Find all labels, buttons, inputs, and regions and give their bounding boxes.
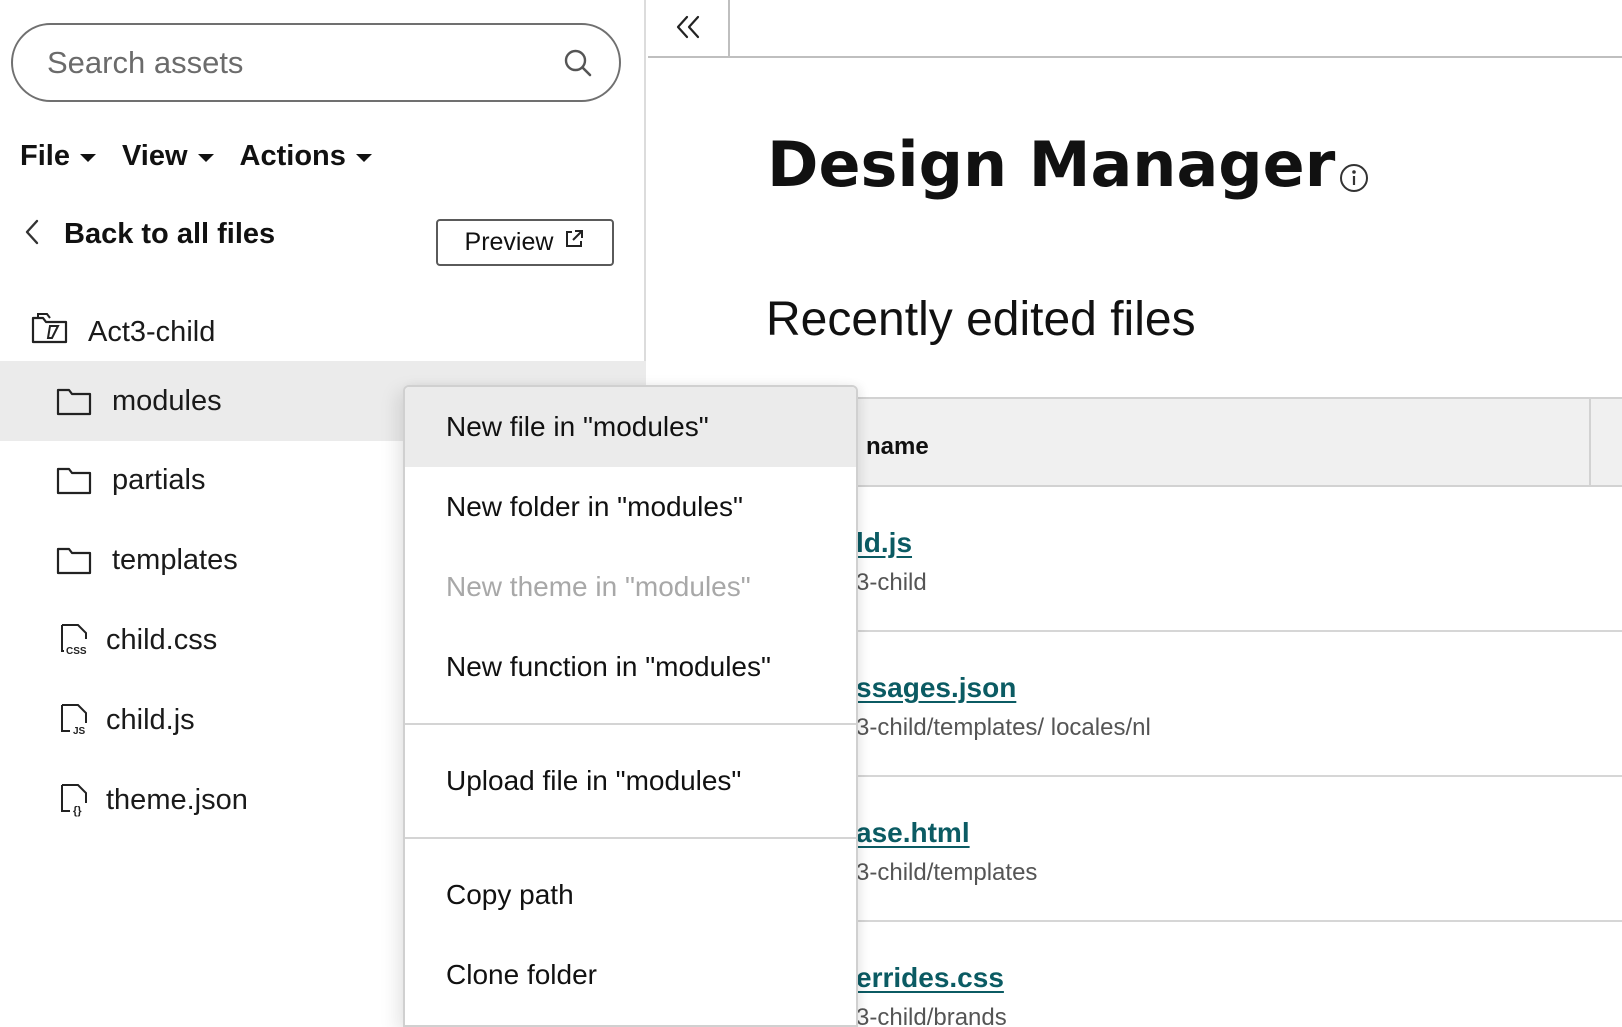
page-title: Design Manager xyxy=(767,128,1369,201)
tree-item-label: templates xyxy=(112,543,238,576)
page-title-text: Design Manager xyxy=(767,128,1336,201)
double-chevron-left-icon xyxy=(673,13,703,46)
file-link[interactable]: ssages.json xyxy=(856,672,1016,704)
menu-item-new-file[interactable]: New file in "modules" xyxy=(405,387,856,467)
actions-menu-button[interactable]: Actions xyxy=(240,140,372,173)
column-header-name[interactable]: name xyxy=(866,433,929,461)
js-file-icon: JS xyxy=(54,700,94,740)
tree-item-label: partials xyxy=(112,463,206,496)
search-icon[interactable] xyxy=(561,46,595,80)
search-input[interactable] xyxy=(47,44,561,81)
info-icon[interactable] xyxy=(1339,163,1369,193)
svg-text:JS: JS xyxy=(73,726,86,737)
menu-item-clone-folder[interactable]: Clone folder xyxy=(405,935,856,1015)
svg-text:CSS: CSS xyxy=(66,646,87,657)
folder-icon xyxy=(54,460,94,500)
theme-root-label: Act3-child xyxy=(88,315,216,348)
file-path: 3-child/templates/ locales/nl xyxy=(856,714,1151,741)
tree-item-label: theme.json xyxy=(106,783,248,816)
view-menu-label: View xyxy=(121,140,188,172)
file-path: 3-child xyxy=(856,569,927,596)
back-to-all-files-link[interactable]: Back to all files xyxy=(22,218,275,251)
caret-down-icon xyxy=(355,153,372,162)
file-path: 3-child/templates xyxy=(856,859,1038,886)
menu-item-new-folder[interactable]: New folder in "modules" xyxy=(405,467,856,547)
top-bar xyxy=(648,0,1622,58)
actions-menu-label: Actions xyxy=(239,140,346,172)
folder-context-menu: New file in "modules" New folder in "mod… xyxy=(403,385,858,1027)
menu-divider xyxy=(405,723,856,725)
file-menu-label: File xyxy=(20,140,70,172)
collapse-sidebar-button[interactable] xyxy=(648,0,730,58)
search-box xyxy=(11,23,621,102)
svg-text:{}: {} xyxy=(73,805,82,817)
view-menu-button[interactable]: View xyxy=(122,140,214,173)
menu-item-new-theme: New theme in "modules" xyxy=(446,571,751,602)
preview-button[interactable]: Preview xyxy=(436,219,614,266)
file-link[interactable]: ase.html xyxy=(856,817,970,849)
file-menu-button[interactable]: File xyxy=(20,140,96,173)
theme-folder-icon xyxy=(30,310,70,354)
chevron-left-icon xyxy=(22,218,42,251)
section-title: Recently edited files xyxy=(766,293,1196,346)
file-link[interactable]: ld.js xyxy=(856,527,912,559)
caret-down-icon xyxy=(79,153,96,162)
menu-item-new-function[interactable]: New function in "modules" xyxy=(405,627,856,707)
json-file-icon: {} xyxy=(54,780,94,820)
tree-item-label: child.css xyxy=(106,623,218,656)
menu-divider xyxy=(405,837,856,839)
preview-label: Preview xyxy=(464,228,554,256)
folder-icon xyxy=(54,381,94,421)
file-link[interactable]: errides.css xyxy=(856,962,1004,994)
column-separator xyxy=(1589,399,1591,487)
back-label: Back to all files xyxy=(64,218,276,250)
menu-item-upload-file[interactable]: Upload file in "modules" xyxy=(405,741,856,821)
folder-icon xyxy=(54,540,94,580)
tree-item-label: child.js xyxy=(106,703,195,736)
file-path: 3-child/brands xyxy=(856,1004,1007,1027)
menu-item-copy-path[interactable]: Copy path xyxy=(405,855,856,935)
caret-down-icon xyxy=(197,153,214,162)
menu-bar: File View Actions xyxy=(20,140,372,173)
css-file-icon: CSS xyxy=(54,620,94,660)
tree-item-label: modules xyxy=(112,384,222,417)
external-link-icon xyxy=(563,228,585,257)
theme-root[interactable]: Act3-child xyxy=(30,310,215,354)
